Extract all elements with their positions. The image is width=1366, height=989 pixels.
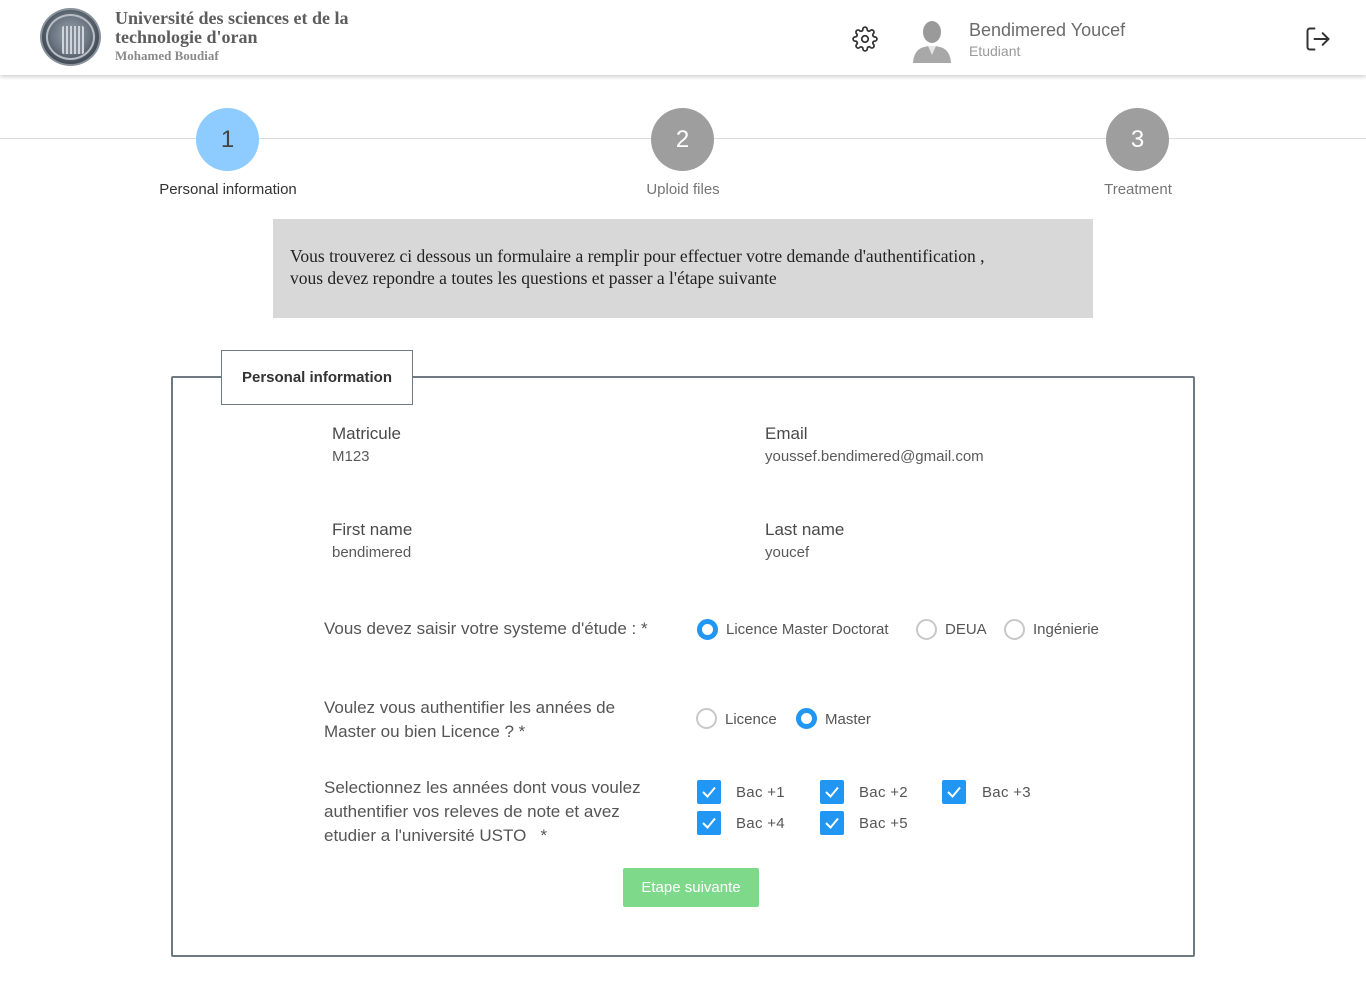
years-question-line2: Master ou bien Licence ? *	[324, 722, 526, 741]
instructions-notice: Vous trouverez ci dessous un formulaire …	[273, 219, 1093, 318]
checkbox-bac-1[interactable]	[697, 780, 721, 804]
app-header: Université des sciences et de la technol…	[0, 0, 1366, 75]
years-question-line1: Voulez vous authentifier les années de	[324, 698, 616, 717]
firstname-value: bendimered	[332, 544, 412, 561]
select-years-question: Selectionnez les années dont vous voulez…	[324, 776, 641, 848]
logout-icon[interactable]	[1304, 25, 1332, 53]
step-2-label: Uploid files	[646, 181, 720, 198]
user-name: Bendimered Youcef	[969, 20, 1126, 40]
radio-deua[interactable]	[916, 619, 937, 640]
matricule-label: Matricule	[332, 424, 401, 443]
radio-licence-label[interactable]: Licence	[725, 711, 777, 728]
radio-master[interactable]	[796, 708, 817, 729]
next-step-button[interactable]: Etape suivante	[623, 868, 759, 907]
check-icon	[825, 786, 839, 798]
step-3-label: Treatment	[1104, 181, 1172, 198]
firstname-label: First name	[332, 520, 413, 539]
check-icon	[702, 817, 716, 829]
step-2-circle[interactable]: 2	[651, 108, 714, 171]
radio-master-label[interactable]: Master	[825, 711, 871, 728]
checkbox-bac-1-label[interactable]: Bac +1	[736, 784, 785, 801]
checkbox-bac-3[interactable]	[942, 780, 966, 804]
notice-line1: Vous trouverez ci dessous un formulaire …	[290, 246, 985, 266]
checkbox-bac-5-label[interactable]: Bac +5	[859, 815, 908, 832]
select-years-question-line1: Selectionnez les années dont vous voulez	[324, 778, 641, 797]
university-logo	[40, 8, 101, 66]
radio-lmd[interactable]	[697, 619, 718, 640]
university-name: Université des sciences et de la technol…	[115, 9, 348, 64]
checkbox-bac-2[interactable]	[820, 780, 844, 804]
lastname-value: youcef	[765, 544, 810, 561]
university-name-line2: technologie d'oran	[115, 27, 258, 47]
checkbox-bac-3-label[interactable]: Bac +3	[982, 784, 1031, 801]
years-question: Voulez vous authentifier les années de M…	[324, 696, 615, 744]
notice-line2: vous devez repondre a toutes les questio…	[290, 268, 777, 288]
check-icon	[702, 786, 716, 798]
university-name-line3: Mohamed Boudiaf	[115, 48, 219, 63]
checkbox-bac-5[interactable]	[820, 811, 844, 835]
radio-licence[interactable]	[696, 708, 717, 729]
user-role: Etudiant	[969, 43, 1021, 59]
step-1-circle[interactable]: 1	[196, 108, 259, 171]
step-1-label: Personal information	[159, 181, 297, 198]
radio-ingenierie-label[interactable]: Ingénierie	[1033, 621, 1099, 638]
select-years-question-line2: authentifier vos releves de note et avez	[324, 802, 620, 821]
university-name-line1: Université des sciences et de la	[115, 8, 349, 28]
step-3-circle[interactable]: 3	[1106, 108, 1169, 171]
radio-lmd-label[interactable]: Licence Master Doctorat	[726, 621, 889, 638]
email-value: youssef.bendimered@gmail.com	[765, 448, 984, 465]
checkbox-bac-4-label[interactable]: Bac +4	[736, 815, 785, 832]
radio-ingenierie[interactable]	[1004, 619, 1025, 640]
check-icon	[947, 786, 961, 798]
study-system-question: Vous devez saisir votre systeme d'étude …	[324, 619, 648, 638]
user-avatar	[913, 21, 951, 63]
fieldset-legend: Personal information	[221, 350, 413, 405]
gear-icon[interactable]	[852, 26, 878, 52]
checkbox-bac-4[interactable]	[697, 811, 721, 835]
check-icon	[825, 817, 839, 829]
select-years-question-line3: etudier a l'université USTO *	[324, 826, 548, 845]
matricule-value: M123	[332, 448, 370, 465]
lastname-label: Last name	[765, 520, 845, 539]
radio-deua-label[interactable]: DEUA	[945, 621, 987, 638]
checkbox-bac-2-label[interactable]: Bac +2	[859, 784, 908, 801]
email-label: Email	[765, 424, 808, 443]
